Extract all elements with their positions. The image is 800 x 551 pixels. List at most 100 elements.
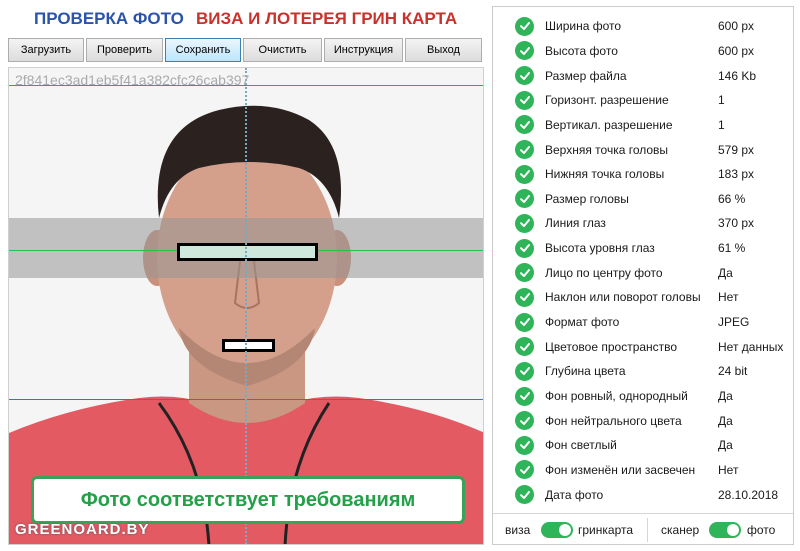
greencard-label: гринкарта [578,523,634,537]
exit-button[interactable]: Выход [405,38,482,62]
mode-switches: виза гринкарта сканер фото [493,513,793,545]
toggle-knob [559,524,571,536]
check-label: Фон изменён или засвечен [545,462,696,477]
check-label: Вертикал. разрешение [545,117,673,132]
check-circle-icon [515,312,534,332]
check-value: Нет данных [718,339,784,354]
check-circle-icon [515,66,534,86]
check-circle-icon [515,361,534,381]
check-value: 1 [718,93,725,108]
check-circle-icon [515,287,534,307]
check-circle-icon [515,411,534,431]
visa-greencard-toggle[interactable] [541,522,573,538]
check-label: Фон ровный, однородный [545,389,688,404]
check-circle-icon [515,189,534,209]
check-value: 183 px [718,167,755,182]
check-row: Формат фото JPEG [493,310,793,335]
check-circle-icon [515,140,534,160]
check-label: Верхняя точка головы [545,142,669,157]
check-row: Вертикал. разрешение 1 [493,113,793,138]
check-circle-icon [515,213,534,233]
check-circle-icon [515,41,534,61]
check-circle-icon [515,337,534,357]
scanner-label: сканер [661,523,700,537]
check-label: Высота уровня глаз [545,241,655,256]
check-row: Горизонт. разрешение 1 [493,88,793,113]
check-label: Дата фото [545,487,604,502]
check-circle-icon [515,164,534,184]
check-label: Формат фото [545,315,620,330]
check-value: Да [718,389,733,404]
check-row: Размер головы 66 % [493,187,793,212]
save-button[interactable]: Сохранить [165,38,241,62]
check-row: Размер файла 146 Kb [493,63,793,88]
check-circle-icon [515,485,534,505]
result-banner: Фото соответствует требованиям [31,476,465,524]
check-label: Ширина фото [545,19,622,34]
check-value: 579 px [718,142,755,157]
check-label: Глубина цвета [545,364,626,379]
check-circle-icon [515,460,534,480]
check-value: Да [718,438,733,453]
check-row: Линия глаз 370 px [493,211,793,236]
check-value: 66 % [718,191,746,206]
app-header: ПРОВЕРКА ФОТО ВИЗА И ЛОТЕРЕЯ ГРИН КАРТА [0,0,490,38]
check-circle-icon [515,16,534,36]
check-row: Нижняя точка головы 183 px [493,162,793,187]
app-title: ПРОВЕРКА ФОТО [34,9,184,28]
check-row: Наклон или поворот головы Нет [493,285,793,310]
check-row: Лицо по центру фото Да [493,261,793,286]
app-subtitle: ВИЗА И ЛОТЕРЕЯ ГРИН КАРТА [196,9,458,28]
check-row: Высота уровня глаз 61 % [493,236,793,261]
check-row: Фон ровный, однородный Да [493,384,793,409]
check-label: Размер головы [545,191,629,206]
check-value: 146 Kb [718,68,757,83]
load-button[interactable]: Загрузить [8,38,84,62]
photo-preview[interactable]: 2f841ec3ad1eb5f41a382cfc26cab397 Фото со… [8,67,484,545]
check-label: Высота фото [545,43,618,58]
scanner-photo-toggle[interactable] [709,522,741,538]
check-circle-icon [515,238,534,258]
check-button[interactable]: Проверить [86,38,163,62]
check-label: Линия глаз [545,216,606,231]
check-value: 28.10.2018 [718,487,779,502]
instructions-button[interactable]: Инструкция [324,38,403,62]
check-row: Фон изменён или засвечен Нет [493,458,793,483]
check-value: 600 px [718,19,755,34]
toggle-knob [727,524,739,536]
switch-divider [647,518,648,542]
check-row: Фон нейтрального цвета Да [493,408,793,433]
checks-panel: Ширина фото 600 px Высота фото 600 px Размер… [492,6,794,545]
check-label: Наклон или поворот головы [545,290,701,305]
check-value: Да [718,265,733,280]
check-circle-icon [515,435,534,455]
check-circle-icon [515,386,534,406]
visa-label: виза [505,523,531,537]
check-value: Да [718,413,733,428]
check-circle-icon [515,263,534,283]
photo-hash: 2f841ec3ad1eb5f41a382cfc26cab397 [15,72,250,88]
check-value: 1 [718,117,725,132]
check-label: Цветовое пространство [545,339,678,354]
clear-button[interactable]: Очистить [243,38,322,62]
mouth-mask [222,339,275,352]
check-label: Размер файла [545,68,627,83]
check-value: Нет [718,290,739,305]
check-value: 370 px [718,216,755,231]
check-row: Глубина цвета 24 bit [493,359,793,384]
check-row: Фон светлый Да [493,433,793,458]
check-value: 61 % [718,241,746,256]
check-row: Дата фото 28.10.2018 [493,482,793,507]
check-value: 24 bit [718,364,748,379]
check-label: Горизонт. разрешение [545,93,669,108]
check-row: Верхняя точка головы 579 px [493,137,793,162]
check-value: 600 px [718,43,755,58]
check-label: Фон нейтрального цвета [545,413,682,428]
check-row: Цветовое пространство Нет данных [493,334,793,359]
center-guide-line [245,68,247,544]
check-label: Лицо по центру фото [545,265,663,280]
check-label: Нижняя точка головы [545,167,665,182]
check-value: Нет [718,462,739,477]
check-row: Ширина фото 600 px [493,14,793,39]
check-label: Фон светлый [545,438,617,453]
